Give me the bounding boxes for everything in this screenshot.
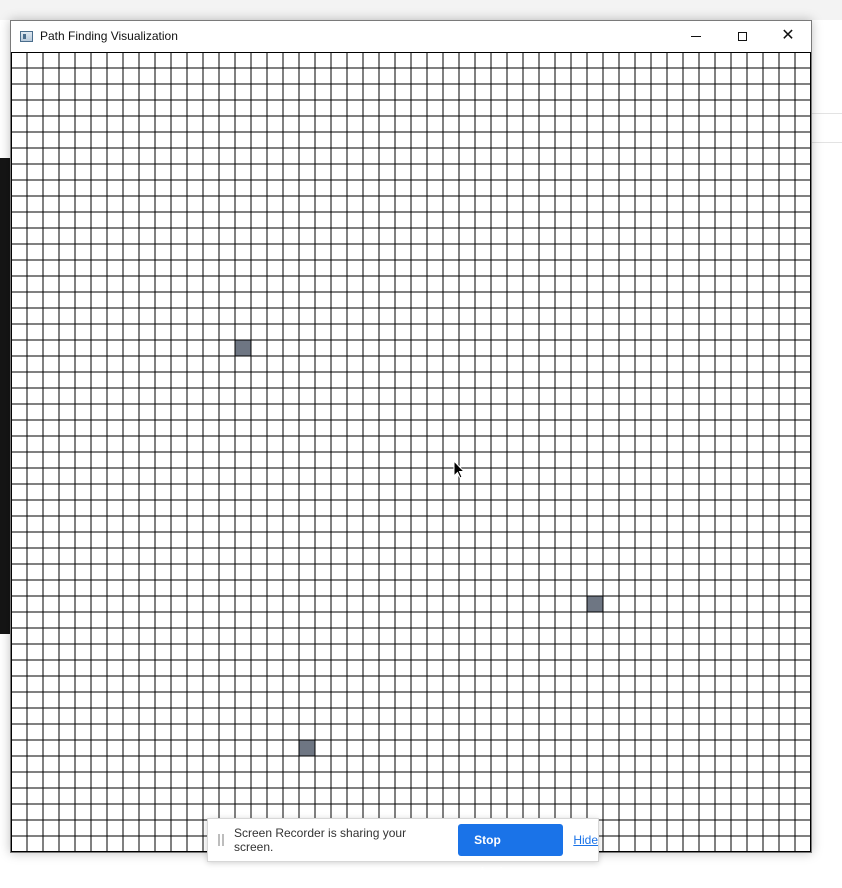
maximize-button[interactable] [719, 21, 765, 51]
drag-handle-icon[interactable] [218, 834, 224, 846]
close-button[interactable]: ✕ [765, 21, 811, 51]
grid-canvas[interactable] [11, 52, 811, 852]
stop-sharing-button[interactable]: Stop sharing [458, 824, 564, 879]
path-grid[interactable] [11, 52, 811, 852]
recorder-message: Screen Recorder is sharing your screen. [233, 826, 407, 854]
window-controls: ✕ [673, 21, 811, 51]
grid-cell-filled[interactable] [587, 596, 603, 612]
screen-recorder-bar: Screen Recorder is sharing your screen. … [207, 818, 599, 879]
app-icon [20, 30, 33, 42]
background-top-strip [0, 0, 842, 20]
grid-cell-filled[interactable] [299, 740, 315, 756]
maximize-icon [737, 31, 747, 41]
window-title: Path Finding Visualization [40, 29, 178, 43]
minimize-button[interactable] [673, 21, 719, 51]
close-icon: ✕ [781, 27, 795, 44]
minimize-icon [691, 35, 701, 37]
background-dark-panel [0, 158, 10, 634]
app-window: Path Finding Visualization ✕ [10, 20, 812, 853]
mouse-cursor-icon [453, 460, 465, 479]
hide-link[interactable]: Hide [573, 833, 598, 847]
title-bar[interactable]: Path Finding Visualization ✕ [11, 21, 811, 51]
grid-cell-filled[interactable] [235, 340, 251, 356]
